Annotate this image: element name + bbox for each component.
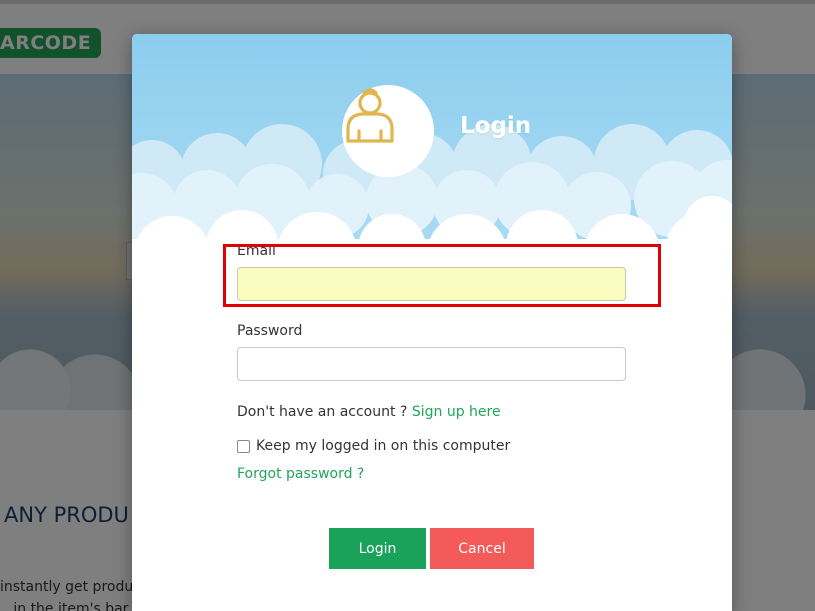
login-button[interactable]: Login — [329, 528, 426, 569]
modal-title: Login — [460, 113, 532, 139]
signup-link[interactable]: Sign up here — [412, 404, 501, 420]
cancel-button[interactable]: Cancel — [430, 528, 534, 569]
avatar — [342, 85, 434, 177]
signup-prompt-text: Don't have an account ? — [237, 404, 408, 420]
email-label: Email — [237, 243, 276, 259]
forgot-password-link[interactable]: Forgot password ? — [237, 466, 364, 482]
remember-checkbox[interactable] — [237, 439, 250, 453]
user-icon — [346, 88, 394, 143]
password-label: Password — [237, 323, 303, 339]
login-modal: Login Email Password Don't have an accou… — [132, 34, 732, 611]
signup-prompt: Don't have an account ? Sign up here — [237, 404, 501, 420]
password-field[interactable] — [237, 347, 626, 381]
remember-label: Keep my logged in on this computer — [256, 438, 511, 454]
email-field[interactable] — [237, 267, 626, 301]
modal-header: Login — [132, 34, 732, 249]
remember-me[interactable]: Keep my logged in on this computer — [237, 438, 510, 454]
